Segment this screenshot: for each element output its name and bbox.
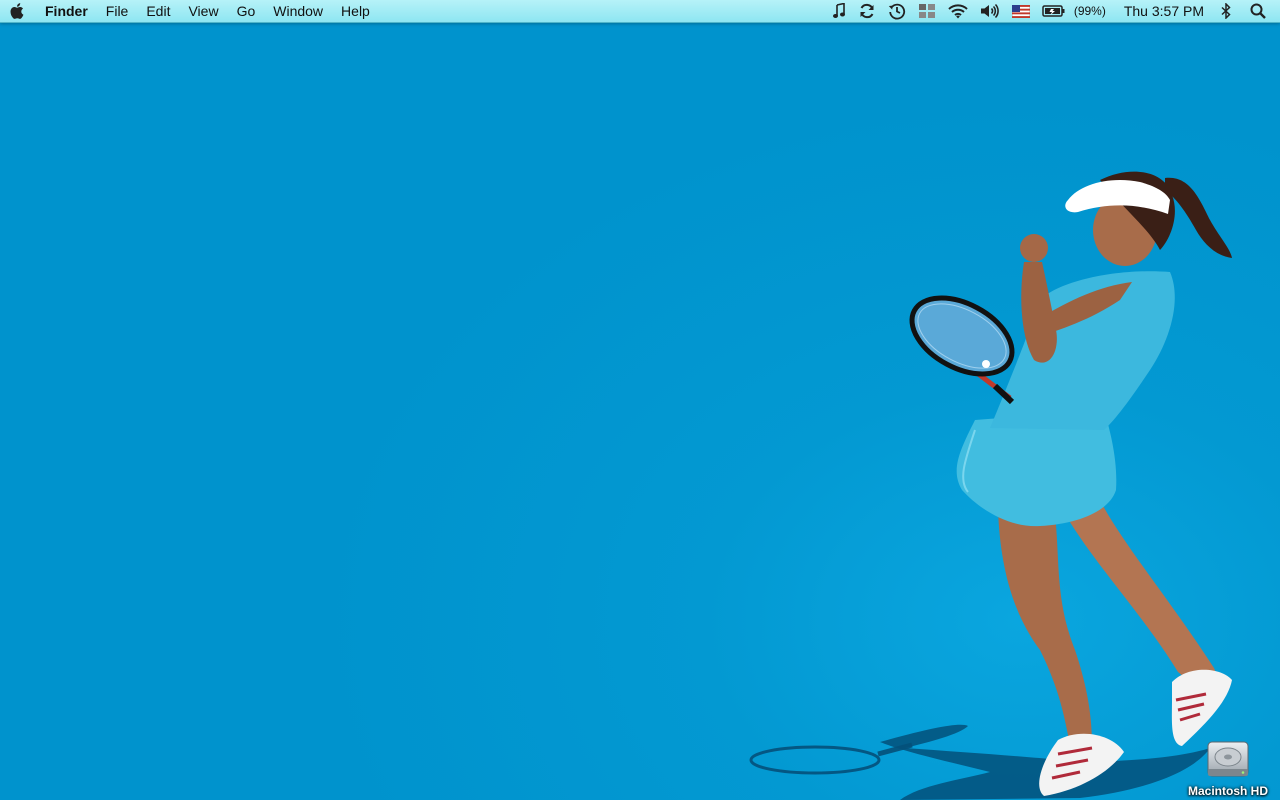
- battery-percentage: (99%): [1073, 4, 1106, 18]
- menu-window[interactable]: Window: [264, 0, 332, 22]
- bluetooth-status-item[interactable]: [1214, 0, 1238, 22]
- wallpaper-tennis-player: [749, 171, 1232, 800]
- apple-logo-icon: [10, 3, 24, 19]
- volume-icon: [980, 3, 999, 19]
- sync-icon: [860, 3, 874, 19]
- music-note-icon: [832, 3, 845, 18]
- battery-status-item[interactable]: [1036, 0, 1072, 22]
- bluetooth-icon: [1221, 3, 1231, 19]
- menu-edit[interactable]: Edit: [137, 0, 179, 22]
- input-source-status-item[interactable]: [1006, 0, 1036, 22]
- menubar-clock[interactable]: Thu 3:57 PM: [1114, 0, 1214, 22]
- hard-drive-icon: [1207, 741, 1249, 777]
- itunes-status-item[interactable]: [826, 0, 852, 22]
- search-icon: [1250, 3, 1266, 19]
- sync-status-item[interactable]: [852, 0, 882, 22]
- menu-bar-left: Finder File Edit View Go Window Help: [0, 0, 379, 22]
- us-flag-icon: [1011, 4, 1030, 18]
- menu-help[interactable]: Help: [332, 0, 379, 22]
- menu-file[interactable]: File: [97, 0, 138, 22]
- wifi-icon: [948, 4, 968, 19]
- volume-status-item[interactable]: [974, 0, 1006, 22]
- menu-bar: Finder File Edit View Go Window Help (99…: [0, 0, 1280, 23]
- menu-view[interactable]: View: [179, 0, 227, 22]
- app-name-menu[interactable]: Finder: [36, 0, 97, 22]
- desktop-icon-label: Macintosh HD: [1187, 784, 1268, 798]
- spotlight-search[interactable]: [1238, 0, 1280, 22]
- desktop[interactable]: Macintosh HD: [0, 0, 1280, 800]
- time-machine-icon: [888, 3, 905, 20]
- menu-go[interactable]: Go: [228, 0, 265, 22]
- spaces-icon: [918, 4, 935, 18]
- menu-bar-extras: (99%) Thu 3:57 PM: [826, 0, 1280, 22]
- apple-menu[interactable]: [0, 0, 36, 22]
- time-machine-status-item[interactable]: [882, 0, 912, 22]
- spaces-status-item[interactable]: [912, 0, 942, 22]
- battery-icon: [1042, 5, 1065, 17]
- wifi-status-item[interactable]: [942, 0, 974, 22]
- desktop-icon-macintosh-hd[interactable]: Macintosh HD: [1180, 736, 1276, 798]
